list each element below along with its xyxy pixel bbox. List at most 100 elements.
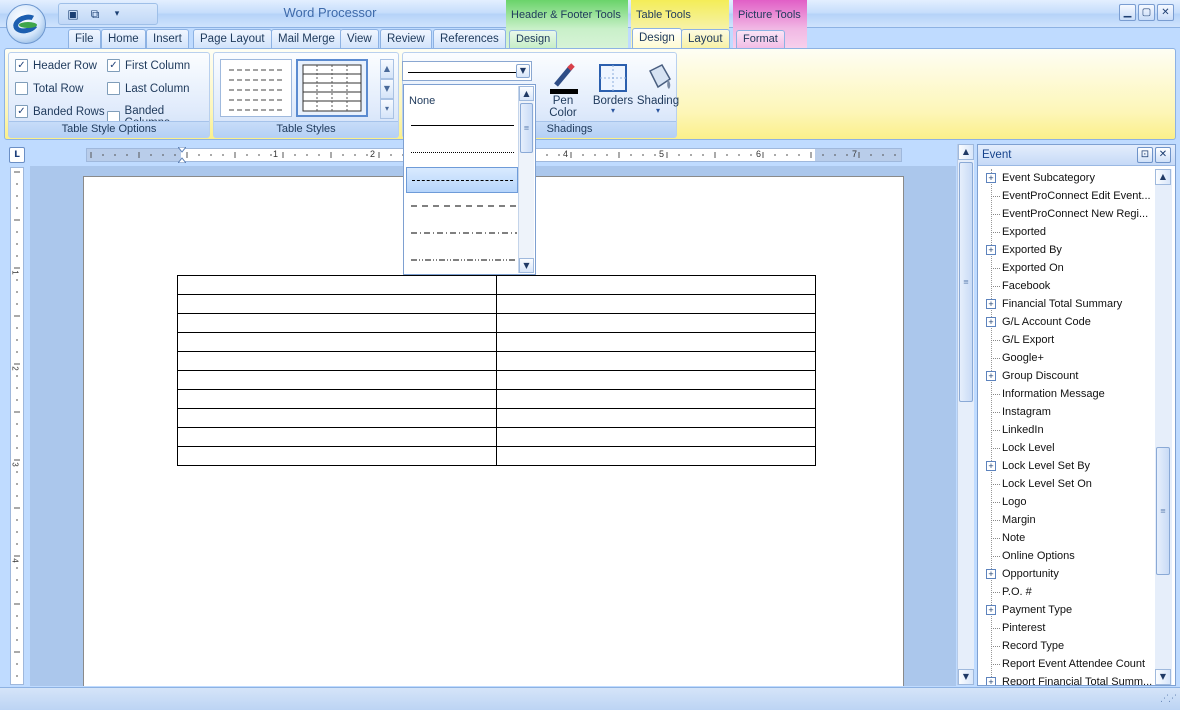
tree-item[interactable]: + Opportunity xyxy=(978,565,1154,583)
table-style-grid[interactable] xyxy=(296,59,368,117)
tree-item[interactable]: Record Type xyxy=(978,637,1154,655)
save-as-icon[interactable]: ⧉ xyxy=(87,6,103,22)
expand-icon[interactable]: + xyxy=(986,569,996,579)
tab-stop-selector[interactable]: L xyxy=(9,147,25,163)
gallery-more-icon[interactable]: ▾ xyxy=(380,99,394,119)
minimize-button[interactable]: ▁ xyxy=(1119,4,1136,21)
expand-icon[interactable]: + xyxy=(986,173,996,183)
last-column-checkbox[interactable]: Last Column xyxy=(107,82,190,95)
tree-scrollbar[interactable]: ▲ ≡ ▼ xyxy=(1155,169,1172,685)
tab-insert[interactable]: Insert xyxy=(146,29,189,48)
tree-item[interactable]: LinkedIn xyxy=(978,421,1154,439)
document-table[interactable] xyxy=(177,275,816,466)
document-vertical-scrollbar[interactable]: ▲ ≡ ▼ xyxy=(957,144,974,685)
gallery-up-icon[interactable]: ▲ xyxy=(380,59,394,79)
tree-scroll-thumb[interactable]: ≡ xyxy=(1156,447,1170,575)
banded-rows-check-icon[interactable]: ✓ xyxy=(15,105,28,118)
tree-item[interactable]: Online Options xyxy=(978,547,1154,565)
save-icon[interactable]: ▣ xyxy=(65,6,81,22)
tree-item[interactable]: Exported On xyxy=(978,259,1154,277)
line-style-combobox[interactable]: ▼ xyxy=(402,61,532,81)
tree-item[interactable]: Facebook xyxy=(978,277,1154,295)
table-cell[interactable] xyxy=(177,313,497,333)
table-cell[interactable] xyxy=(496,313,816,333)
pin-icon[interactable]: ⊡ xyxy=(1137,147,1153,163)
shading-button[interactable]: Shading ▾ xyxy=(636,59,680,115)
tab-review[interactable]: Review xyxy=(380,29,432,48)
first-column-check-icon[interactable]: ✓ xyxy=(107,59,120,72)
tree-item[interactable]: Logo xyxy=(978,493,1154,511)
line-style-option-dotted[interactable] xyxy=(406,140,518,166)
tab-page-layout[interactable]: Page Layout xyxy=(193,29,272,48)
tab-home[interactable]: Home xyxy=(101,29,146,48)
close-button[interactable]: ✕ xyxy=(1157,4,1174,21)
doc-scroll-up-icon[interactable]: ▲ xyxy=(958,144,974,160)
tree-item[interactable]: Pinterest xyxy=(978,619,1154,637)
tree-scroll-up-icon[interactable]: ▲ xyxy=(1155,169,1171,185)
tree-item[interactable]: Report Event Attendee Count xyxy=(978,655,1154,673)
tree-item[interactable]: P.O. # xyxy=(978,583,1154,601)
total-row-checkbox[interactable]: Total Row xyxy=(15,82,84,95)
resize-grip-icon[interactable]: ⋰⋰ xyxy=(1160,694,1177,704)
table-cell[interactable] xyxy=(496,332,816,352)
tree-item[interactable]: Lock Level xyxy=(978,439,1154,457)
table-cell[interactable] xyxy=(496,275,816,295)
expand-icon[interactable]: + xyxy=(986,317,996,327)
expand-icon[interactable]: + xyxy=(986,245,996,255)
customize-toolbar-chevron-icon[interactable]: ▾ xyxy=(109,6,125,22)
expand-icon[interactable]: + xyxy=(986,299,996,309)
line-style-option-dashed-small[interactable] xyxy=(406,167,518,193)
scroll-thumb[interactable]: ≡ xyxy=(520,103,533,153)
tab-references[interactable]: References xyxy=(433,29,506,48)
maximize-button[interactable]: ▢ xyxy=(1138,4,1155,21)
header-row-check-icon[interactable]: ✓ xyxy=(15,59,28,72)
tab-table-design[interactable]: Design xyxy=(632,28,682,49)
tab-file[interactable]: File xyxy=(68,29,101,48)
tree-item[interactable]: EventProConnect New Regi... xyxy=(978,205,1154,223)
tree-item[interactable]: EventProConnect Edit Event... xyxy=(978,187,1154,205)
expand-icon[interactable]: + xyxy=(986,605,996,615)
tree-item[interactable]: Instagram xyxy=(978,403,1154,421)
tree-item[interactable]: + Exported By xyxy=(978,241,1154,259)
table-cell[interactable] xyxy=(177,332,497,352)
table-cell[interactable] xyxy=(177,389,497,409)
table-cell[interactable] xyxy=(496,408,816,428)
tree-item[interactable]: Note xyxy=(978,529,1154,547)
tree-item[interactable]: + Report Financial Total Summ... xyxy=(978,673,1154,685)
table-cell[interactable] xyxy=(496,370,816,390)
tree-item[interactable]: Margin xyxy=(978,511,1154,529)
line-style-dropdown-chevron-icon[interactable]: ▼ xyxy=(516,64,530,78)
table-cell[interactable] xyxy=(177,427,497,447)
tree-item[interactable]: + G/L Account Code xyxy=(978,313,1154,331)
table-style-plain[interactable] xyxy=(220,59,292,117)
table-cell[interactable] xyxy=(177,294,497,314)
indent-marker-icon[interactable] xyxy=(176,146,188,164)
tree-item[interactable]: + Payment Type xyxy=(978,601,1154,619)
table-cell[interactable] xyxy=(177,370,497,390)
expand-icon[interactable]: + xyxy=(986,677,996,685)
tree-item[interactable]: Google+ xyxy=(978,349,1154,367)
table-cell[interactable] xyxy=(177,408,497,428)
line-style-option-dash-dot[interactable] xyxy=(406,221,518,247)
tree-item[interactable]: Exported xyxy=(978,223,1154,241)
table-cell[interactable] xyxy=(177,275,497,295)
tab-mail-merge[interactable]: Mail Merge xyxy=(271,29,342,48)
expand-icon[interactable]: + xyxy=(986,371,996,381)
application-menu-button[interactable] xyxy=(6,4,46,44)
line-style-option-dashed-large[interactable] xyxy=(406,194,518,220)
tree-item[interactable]: + Event Subcategory xyxy=(978,169,1154,187)
line-style-option-none[interactable]: None xyxy=(406,87,518,113)
pen-color-button[interactable]: Pen Color ▾ xyxy=(538,59,588,127)
first-column-checkbox[interactable]: ✓ First Column xyxy=(107,59,190,72)
table-cell[interactable] xyxy=(177,446,497,466)
table-cell[interactable] xyxy=(496,294,816,314)
tab-view[interactable]: View xyxy=(340,29,379,48)
table-cell[interactable] xyxy=(496,427,816,447)
table-cell[interactable] xyxy=(496,389,816,409)
table-cell[interactable] xyxy=(496,446,816,466)
banded-rows-checkbox[interactable]: ✓ Banded Rows xyxy=(15,105,105,118)
panel-close-icon[interactable]: ✕ xyxy=(1155,147,1171,163)
doc-scroll-down-icon[interactable]: ▼ xyxy=(958,669,974,685)
tree-item[interactable]: Information Message xyxy=(978,385,1154,403)
scroll-up-icon[interactable]: ▲ xyxy=(519,86,534,101)
